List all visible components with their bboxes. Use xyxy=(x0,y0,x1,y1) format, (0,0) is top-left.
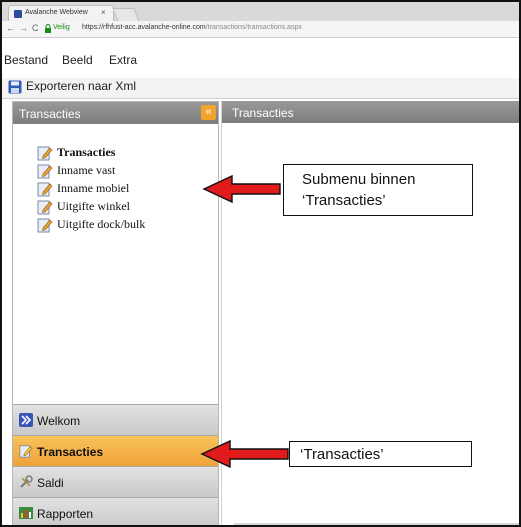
nav-button-label: Transacties xyxy=(37,445,104,459)
submenu-tree: Transacties Inname vast Inname mobiel Ui… xyxy=(13,124,218,404)
annotation-arrow-transacties xyxy=(200,439,289,469)
content-panel-header: Transacties xyxy=(222,101,519,123)
edit-icon xyxy=(37,146,53,161)
forward-icon[interactable]: → xyxy=(19,23,28,33)
content-panel-scrollbar[interactable] xyxy=(234,523,519,525)
browser-tab-title: Avalanche Webview xyxy=(25,9,88,16)
url-field[interactable]: https://rfhfust-acc.avalanche-online.com… xyxy=(82,24,302,31)
address-bar: ← → C Veilig https://rfhfust-acc.avalanc… xyxy=(2,21,519,38)
nav-button-label: Saldi xyxy=(37,476,64,490)
left-panel: Transacties « Transacties Inname vast In… xyxy=(12,101,219,525)
annotation-transacties-label: ‘Transacties’ xyxy=(300,446,384,463)
chart-icon xyxy=(19,507,33,519)
browser-tab-strip: Avalanche Webview × xyxy=(2,2,519,22)
back-icon[interactable]: ← xyxy=(6,23,15,33)
app-menu-bar: Bestand Beeld Extra xyxy=(2,38,519,79)
browser-tab[interactable]: Avalanche Webview × xyxy=(8,5,114,22)
edit-icon xyxy=(37,164,53,179)
tools-icon xyxy=(20,475,33,488)
left-panel-header: Transacties « xyxy=(13,102,218,124)
url-host: https://rfhfust-acc.avalanche-online.com xyxy=(82,24,206,31)
edit-icon xyxy=(37,218,53,233)
menu-extra[interactable]: Extra xyxy=(109,53,137,67)
nav-button-saldi[interactable]: Saldi xyxy=(13,466,218,497)
screenshot-frame: Avalanche Webview × ← → C Veilig https:/… xyxy=(0,0,521,527)
export-xml-button[interactable]: Exporteren naar Xml xyxy=(8,79,136,97)
nav-button-label: Welkom xyxy=(37,414,81,428)
nav-button-rapporten[interactable]: Rapporten xyxy=(13,497,218,525)
annotation-submenu-line1: Submenu binnen xyxy=(302,171,416,188)
left-panel-title: Transacties xyxy=(19,107,81,121)
nav-button-transacties[interactable]: Transacties xyxy=(13,435,218,466)
tree-item-label: Uitgifte dock/bulk xyxy=(57,217,146,231)
favicon-icon xyxy=(14,10,22,18)
menu-bestand[interactable]: Bestand xyxy=(4,53,48,67)
url-path: /transactions/transactions.aspx xyxy=(205,24,302,31)
annotation-submenu-callout: Submenu binnen ‘Transacties’ xyxy=(283,164,473,216)
close-tab-icon[interactable]: × xyxy=(101,8,106,17)
new-tab-button[interactable] xyxy=(112,8,140,22)
save-icon xyxy=(8,80,22,94)
annotation-transacties-callout: ‘Transacties’ xyxy=(289,441,472,467)
annotation-submenu-line2: ‘Transacties’ xyxy=(302,192,386,209)
menu-beeld[interactable]: Beeld xyxy=(62,53,93,67)
chevrons-icon xyxy=(19,413,33,427)
tree-item-label: Transacties xyxy=(57,145,116,159)
tree-item-label: Inname mobiel xyxy=(57,181,130,195)
secure-label: Veilig xyxy=(53,24,70,31)
tree-item-label: Inname vast xyxy=(57,163,116,177)
edit-icon xyxy=(37,200,53,215)
content-panel-title: Transacties xyxy=(232,106,294,120)
nav-button-welkom[interactable]: Welkom xyxy=(13,404,218,435)
edit-icon xyxy=(19,445,33,458)
tree-item-label: Uitgifte winkel xyxy=(57,199,130,213)
reload-icon[interactable]: C xyxy=(32,23,39,33)
export-xml-label: Exporteren naar Xml xyxy=(26,79,137,93)
annotation-arrow-submenu xyxy=(202,174,281,204)
nav-button-label: Rapporten xyxy=(37,507,94,521)
lock-icon xyxy=(45,24,51,33)
collapse-panel-button[interactable]: « xyxy=(201,105,216,120)
edit-icon xyxy=(37,182,53,197)
